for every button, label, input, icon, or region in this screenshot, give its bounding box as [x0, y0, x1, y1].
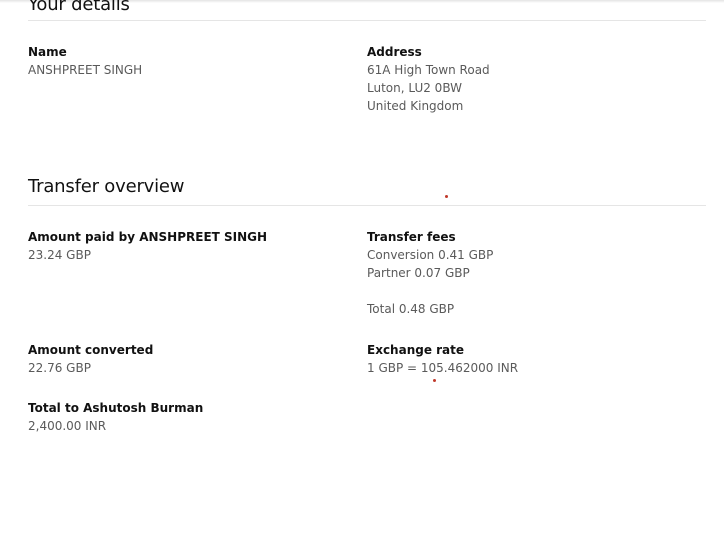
fee-conversion: Conversion 0.41 GBP — [367, 248, 494, 262]
total-to-value: 2,400.00 INR — [28, 419, 107, 433]
address-label: Address — [367, 45, 422, 59]
your-details-title: Your details — [28, 0, 130, 15]
exchange-rate-value: 1 GBP = 105.462000 INR — [367, 361, 519, 375]
transfer-overview-divider — [28, 205, 706, 206]
exchange-rate-label: Exchange rate — [367, 343, 465, 357]
address-line-1: 61A High Town Road — [367, 63, 490, 77]
total-to-label: Total to Ashutosh Burman — [28, 401, 204, 415]
exchange-rate-field: Exchange rate 1 GBP = 105.462000 INR — [367, 341, 518, 377]
transfer-fees-label: Transfer fees — [367, 230, 456, 244]
amount-converted-field: Amount converted 22.76 GBP — [28, 341, 153, 377]
transfer-overview-title: Transfer overview — [28, 176, 185, 197]
name-label: Name — [28, 45, 67, 59]
address-field: Address 61A High Town Road Luton, LU2 0B… — [367, 43, 490, 115]
marker-dot — [445, 195, 448, 198]
marker-dot — [433, 379, 436, 382]
address-line-3: United Kingdom — [367, 99, 464, 113]
amount-paid-value: 23.24 GBP — [28, 248, 91, 262]
address-line-2: Luton, LU2 0BW — [367, 81, 462, 95]
amount-paid-label: Amount paid by ANSHPREET SINGH — [28, 230, 268, 244]
amount-converted-value: 22.76 GBP — [28, 361, 91, 375]
name-value: ANSHPREET SINGH — [28, 63, 143, 77]
total-to-recipient-field: Total to Ashutosh Burman 2,400.00 INR — [28, 399, 203, 435]
fee-total: Total 0.48 GBP — [367, 302, 455, 316]
fee-partner: Partner 0.07 GBP — [367, 266, 470, 280]
amount-paid-field: Amount paid by ANSHPREET SINGH 23.24 GBP — [28, 228, 267, 264]
name-field: Name ANSHPREET SINGH — [28, 43, 142, 79]
your-details-divider — [28, 20, 706, 21]
transfer-fees-field: Transfer fees Conversion 0.41 GBP Partne… — [367, 228, 493, 318]
amount-converted-label: Amount converted — [28, 343, 154, 357]
